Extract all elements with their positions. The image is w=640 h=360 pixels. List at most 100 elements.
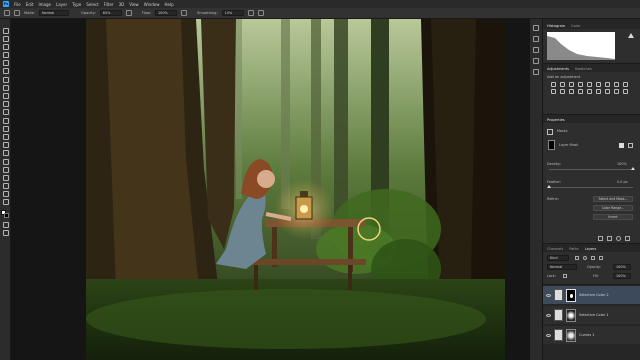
black-white-icon[interactable] [614, 82, 619, 87]
document-canvas[interactable] [86, 19, 505, 360]
brush-preset-icon[interactable] [14, 10, 20, 16]
menu-type[interactable]: Type [72, 2, 81, 7]
channel-mixer-icon[interactable] [551, 89, 556, 94]
filter-adjustment-icon[interactable] [583, 256, 587, 260]
airbrush-icon[interactable] [181, 10, 188, 16]
menu-file[interactable]: File [14, 2, 21, 7]
disable-mask-icon[interactable] [616, 236, 621, 241]
solid-color-icon[interactable] [614, 89, 619, 94]
delete-mask-icon[interactable] [625, 236, 630, 241]
histogram-warning-icon[interactable] [628, 33, 634, 38]
threshold-icon[interactable] [587, 89, 592, 94]
lasso-tool-icon[interactable] [2, 43, 9, 50]
lock-icon[interactable] [563, 274, 567, 278]
adjustment-layer-thumb[interactable] [554, 309, 563, 321]
photoshop-logo[interactable]: Ps [3, 1, 9, 7]
blend-mode-dropdown[interactable]: Normal [547, 264, 577, 270]
blur-tool-icon[interactable] [2, 133, 9, 140]
feather-slider[interactable] [547, 185, 633, 188]
pattern-fill-icon[interactable] [623, 89, 628, 94]
clone-stamp-tool-icon[interactable] [2, 101, 9, 108]
fill-field[interactable]: 100% [613, 273, 631, 279]
eyedropper-tool-icon[interactable] [2, 76, 9, 83]
menu-3d[interactable]: 3D [119, 2, 125, 7]
layer-filter-kind[interactable]: Kind [547, 255, 569, 261]
brightness-contrast-icon[interactable] [551, 82, 556, 87]
load-selection-icon[interactable] [598, 236, 603, 241]
feather-slider-handle[interactable] [547, 185, 551, 188]
type-tool-icon[interactable] [2, 158, 9, 165]
density-slider-handle[interactable] [631, 167, 635, 170]
frame-tool-icon[interactable] [2, 68, 9, 75]
tab-channels[interactable]: Channels [547, 247, 563, 251]
density-slider[interactable] [549, 167, 635, 170]
brush-tool-icon[interactable] [2, 93, 9, 99]
selective-color-icon[interactable] [605, 89, 610, 94]
invert-icon[interactable] [569, 89, 574, 94]
adjustment-layer-thumb[interactable] [554, 289, 563, 301]
flow-field[interactable]: 100% [155, 10, 178, 16]
tab-color[interactable]: Color [571, 24, 580, 28]
more-tools-icon[interactable] [2, 199, 9, 206]
layer-mask-thumbnail[interactable] [566, 288, 576, 302]
tab-histogram[interactable]: Histogram [547, 24, 565, 28]
apply-mask-icon[interactable] [607, 236, 612, 241]
layer-row[interactable]: Selective Color 2 [543, 286, 640, 305]
shape-tool-icon[interactable] [2, 174, 9, 181]
layer-name[interactable]: Selective Color 1 [579, 313, 609, 317]
tab-adjustments[interactable]: Adjustments [547, 67, 569, 71]
menu-window[interactable]: Window [144, 2, 160, 7]
adjustment-layer-thumb[interactable] [554, 329, 563, 341]
density-value[interactable]: 100% [617, 162, 627, 166]
filter-type-icon[interactable] [591, 256, 595, 260]
feather-value[interactable]: 0.0 px [617, 180, 628, 184]
gradient-tool-icon[interactable] [2, 125, 9, 132]
tab-layers[interactable]: Layers [585, 247, 597, 251]
path-select-tool-icon[interactable] [2, 166, 9, 173]
vector-mask-icon[interactable] [628, 143, 633, 148]
tab-swatches[interactable]: Swatches [575, 67, 592, 71]
move-tool-icon[interactable] [2, 27, 9, 34]
history-brush-tool-icon[interactable] [2, 109, 9, 116]
invert-button[interactable]: Invert [593, 214, 633, 220]
eraser-tool-icon[interactable] [2, 117, 9, 124]
history-panel-icon[interactable] [533, 25, 539, 31]
select-and-mask-button[interactable]: Select and Mask... [593, 196, 633, 202]
quick-select-tool-icon[interactable] [2, 52, 9, 59]
filter-shape-icon[interactable] [599, 256, 603, 260]
vibrance-icon[interactable] [587, 82, 592, 87]
pen-tool-icon[interactable] [2, 150, 9, 157]
layer-name[interactable]: Curves 1 [579, 333, 595, 337]
angle-icon[interactable] [257, 10, 264, 16]
color-range-button[interactable]: Color Range... [593, 205, 633, 211]
opacity-field[interactable]: 65% [99, 10, 122, 16]
character-panel-icon[interactable] [533, 47, 539, 53]
curves-icon[interactable] [569, 82, 574, 87]
layer-mask-thumb[interactable] [548, 140, 555, 150]
hue-saturation-icon[interactable] [596, 82, 601, 87]
exposure-icon[interactable] [578, 82, 583, 87]
levels-icon[interactable] [560, 82, 565, 87]
mode-dropdown[interactable]: Normal [39, 10, 70, 16]
layer-row[interactable]: Curves 1 [543, 326, 640, 345]
paragraph-panel-icon[interactable] [533, 58, 539, 64]
tab-paths[interactable]: Paths [569, 247, 579, 251]
menu-view[interactable]: View [129, 2, 139, 7]
info-panel-icon[interactable] [533, 69, 539, 75]
quick-mask-icon[interactable] [2, 221, 9, 228]
zoom-tool-icon[interactable] [2, 191, 9, 198]
menu-select[interactable]: Select [86, 2, 98, 7]
marquee-tool-icon[interactable] [2, 35, 9, 42]
visibility-eye-icon[interactable] [546, 333, 551, 337]
layer-row[interactable]: Selective Color 1 [543, 306, 640, 325]
color-balance-icon[interactable] [605, 82, 610, 87]
visibility-eye-icon[interactable] [546, 293, 551, 297]
crop-tool-icon[interactable] [2, 60, 9, 67]
dodge-tool-icon[interactable] [2, 142, 9, 149]
healing-brush-tool-icon[interactable] [2, 84, 9, 91]
smoothing-settings-icon[interactable] [247, 10, 254, 16]
brush-tool-icon[interactable] [4, 10, 10, 16]
visibility-eye-icon[interactable] [546, 313, 551, 317]
tab-properties[interactable]: Properties [547, 118, 565, 122]
layer-mask-thumbnail[interactable] [566, 308, 576, 322]
